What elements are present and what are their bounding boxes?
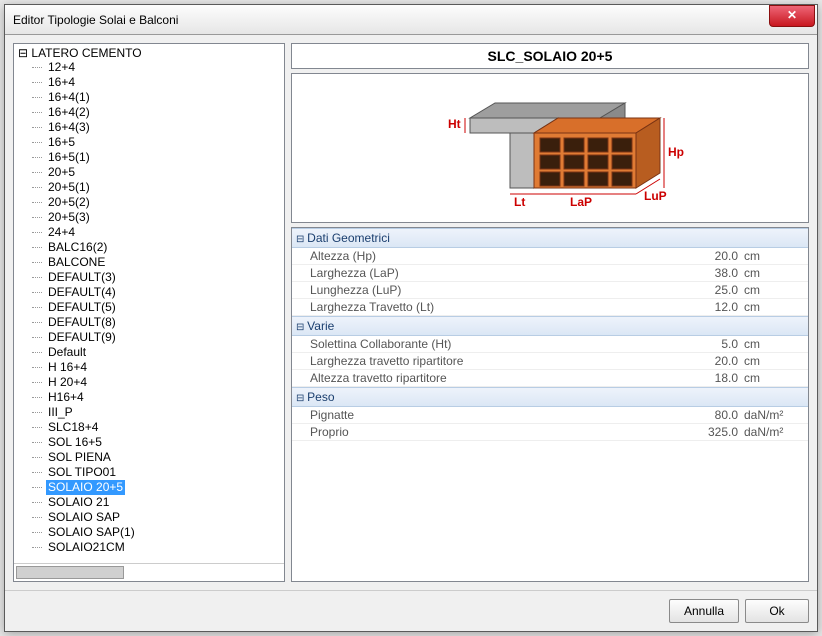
properties-grid: Dati GeometriciAltezza (Hp)20.0cmLarghez… (291, 227, 809, 582)
section-header[interactable]: Dati Geometrici (292, 228, 808, 248)
body-area: LATERO CEMENTO 12+416+416+4(1)16+4(2)16+… (5, 35, 817, 590)
tree-item[interactable]: DEFAULT(8) (46, 315, 282, 330)
section-header[interactable]: Varie (292, 316, 808, 336)
tree-item[interactable]: SOL PIENA (46, 450, 282, 465)
tree-item[interactable]: 16+4(2) (46, 105, 282, 120)
tree-item[interactable]: SOLAIO SAP(1) (46, 525, 282, 540)
tree-item[interactable]: 20+5 (46, 165, 282, 180)
tree-hscrollbar[interactable] (14, 563, 284, 581)
ok-button[interactable]: Ok (745, 599, 809, 623)
tree-item[interactable]: 16+5 (46, 135, 282, 150)
property-label: Larghezza (LaP) (310, 266, 684, 280)
property-row[interactable]: Larghezza Travetto (Lt)12.0cm (292, 299, 808, 316)
tree-item[interactable]: 12+4 (46, 60, 282, 75)
property-label: Altezza (Hp) (310, 249, 684, 263)
tree-item[interactable]: Default (46, 345, 282, 360)
section-header[interactable]: Peso (292, 387, 808, 407)
tree-item[interactable]: 20+5(2) (46, 195, 282, 210)
property-label: Proprio (310, 425, 684, 439)
tree-item[interactable]: SOL TIPO01 (46, 465, 282, 480)
property-value[interactable]: 325.0 (684, 425, 744, 439)
label-ht: Ht (448, 117, 461, 131)
property-row[interactable]: Larghezza travetto ripartitore20.0cm (292, 353, 808, 370)
property-value[interactable]: 5.0 (684, 337, 744, 351)
tree-item[interactable]: DEFAULT(3) (46, 270, 282, 285)
tree-item[interactable]: SOLAIO21CM (46, 540, 282, 555)
property-label: Solettina Collaborante (Ht) (310, 337, 684, 351)
tree-item[interactable]: SLC18+4 (46, 420, 282, 435)
tree-item[interactable]: SOLAIO 21 (46, 495, 282, 510)
slab-diagram: Ht Hp LuP Lt LaP (410, 78, 690, 218)
right-panel: SLC_SOLAIO 20+5 (291, 43, 809, 582)
property-row[interactable]: Larghezza (LaP)38.0cm (292, 265, 808, 282)
tree-item[interactable]: H 20+4 (46, 375, 282, 390)
property-label: Larghezza travetto ripartitore (310, 354, 684, 368)
label-lup: LuP (644, 189, 667, 203)
tree-item[interactable]: DEFAULT(9) (46, 330, 282, 345)
property-value[interactable]: 20.0 (684, 249, 744, 263)
label-lap: LaP (570, 195, 592, 209)
property-row[interactable]: Proprio325.0daN/m² (292, 424, 808, 441)
button-bar: Annulla Ok (5, 590, 817, 631)
property-label: Lunghezza (LuP) (310, 283, 684, 297)
property-label: Altezza travetto ripartitore (310, 371, 684, 385)
tree-scroll[interactable]: LATERO CEMENTO 12+416+416+4(1)16+4(2)16+… (14, 44, 284, 563)
property-label: Larghezza Travetto (Lt) (310, 300, 684, 314)
tree-item[interactable]: 16+4 (46, 75, 282, 90)
property-unit: daN/m² (744, 408, 804, 422)
tree-item[interactable]: H 16+4 (46, 360, 282, 375)
tree-item[interactable]: BALCONE (46, 255, 282, 270)
property-value[interactable]: 25.0 (684, 283, 744, 297)
property-unit: cm (744, 337, 804, 351)
tree-item[interactable]: SOLAIO SAP (46, 510, 282, 525)
property-row[interactable]: Solettina Collaborante (Ht)5.0cm (292, 336, 808, 353)
property-row[interactable]: Pignatte80.0daN/m² (292, 407, 808, 424)
tree-item[interactable]: SOL 16+5 (46, 435, 282, 450)
property-row[interactable]: Altezza (Hp)20.0cm (292, 248, 808, 265)
tree-item[interactable]: H16+4 (46, 390, 282, 405)
property-unit: cm (744, 300, 804, 314)
tree-children: 12+416+416+4(1)16+4(2)16+4(3)16+516+5(1)… (18, 60, 282, 555)
property-value[interactable]: 12.0 (684, 300, 744, 314)
tree-root-label[interactable]: LATERO CEMENTO (18, 46, 142, 60)
tree-item[interactable]: 20+5(1) (46, 180, 282, 195)
property-unit: daN/m² (744, 425, 804, 439)
property-value[interactable]: 38.0 (684, 266, 744, 280)
property-row[interactable]: Lunghezza (LuP)25.0cm (292, 282, 808, 299)
property-value[interactable]: 80.0 (684, 408, 744, 422)
tree-panel: LATERO CEMENTO 12+416+416+4(1)16+4(2)16+… (13, 43, 285, 582)
property-unit: cm (744, 283, 804, 297)
close-button[interactable]: ✕ (769, 5, 815, 27)
tree-item[interactable]: DEFAULT(4) (46, 285, 282, 300)
tree-item[interactable]: III_P (46, 405, 282, 420)
property-unit: cm (744, 266, 804, 280)
detail-title: SLC_SOLAIO 20+5 (296, 48, 804, 64)
property-value[interactable]: 20.0 (684, 354, 744, 368)
diagram-box: Ht Hp LuP Lt LaP (291, 73, 809, 223)
tree-item[interactable]: 20+5(3) (46, 210, 282, 225)
label-lt: Lt (514, 195, 525, 209)
property-value[interactable]: 18.0 (684, 371, 744, 385)
editor-window: Editor Tipologie Solai e Balconi ✕ LATER… (4, 4, 818, 632)
tree-item[interactable]: SOLAIO 20+5 (46, 480, 125, 495)
tree-root[interactable]: LATERO CEMENTO 12+416+416+4(1)16+4(2)16+… (16, 46, 282, 555)
tree-item[interactable]: 16+4(3) (46, 120, 282, 135)
property-unit: cm (744, 371, 804, 385)
detail-header: SLC_SOLAIO 20+5 (291, 43, 809, 69)
tree-item[interactable]: BALC16(2) (46, 240, 282, 255)
property-unit: cm (744, 354, 804, 368)
close-icon: ✕ (787, 8, 797, 22)
tree-item[interactable]: DEFAULT(5) (46, 300, 282, 315)
property-unit: cm (744, 249, 804, 263)
property-row[interactable]: Altezza travetto ripartitore18.0cm (292, 370, 808, 387)
property-label: Pignatte (310, 408, 684, 422)
cancel-button[interactable]: Annulla (669, 599, 739, 623)
tree-item[interactable]: 16+5(1) (46, 150, 282, 165)
titlebar: Editor Tipologie Solai e Balconi ✕ (5, 5, 817, 35)
window-title: Editor Tipologie Solai e Balconi (13, 13, 769, 27)
tree-item[interactable]: 16+4(1) (46, 90, 282, 105)
tree-item[interactable]: 24+4 (46, 225, 282, 240)
scroll-thumb[interactable] (16, 566, 124, 579)
label-hp: Hp (668, 145, 684, 159)
